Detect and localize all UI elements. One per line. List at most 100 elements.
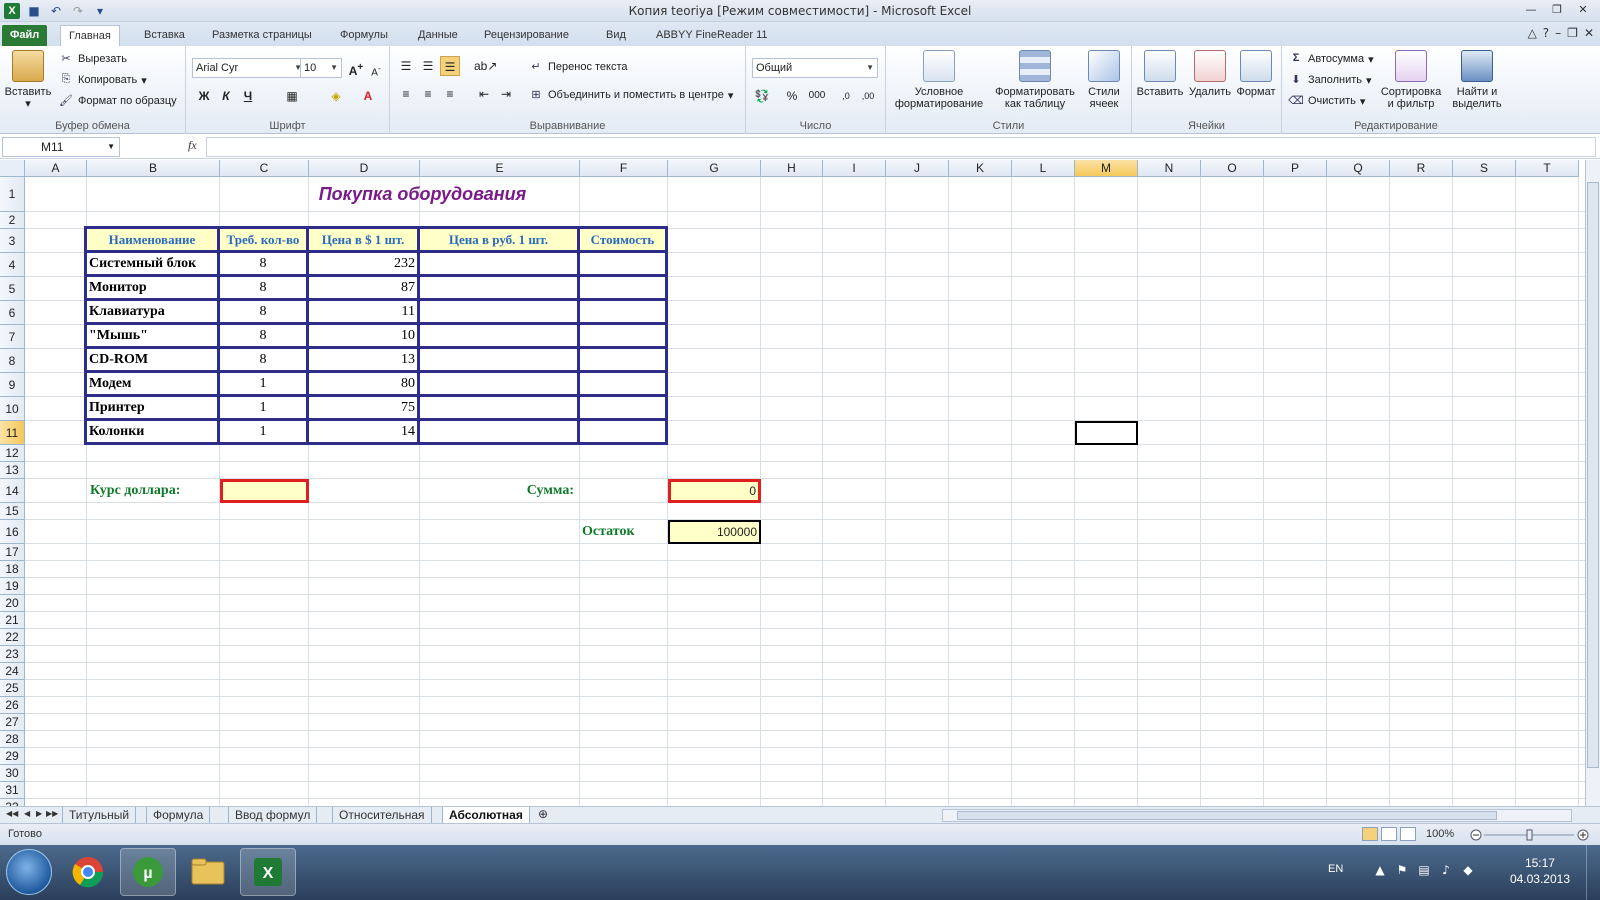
row-header-9[interactable]: 9: [0, 373, 25, 397]
tray-arrow-icon[interactable]: ▲: [1372, 863, 1388, 879]
merge-center-button[interactable]: ⊞ Объединить и поместить в центре ▾: [528, 88, 733, 102]
select-all-corner[interactable]: [0, 160, 25, 177]
align-center-icon[interactable]: ≡: [418, 84, 438, 104]
table-cell-price[interactable]: 11: [309, 301, 420, 325]
row-header-22[interactable]: 22: [0, 629, 25, 646]
format-as-table-button[interactable]: Форматировать как таблицу: [992, 50, 1078, 110]
zoom-slider[interactable]: [1470, 829, 1590, 841]
align-right-icon[interactable]: ≡: [440, 84, 460, 104]
font-name-combo[interactable]: Arial Cyr ▼: [192, 58, 306, 78]
borders-icon[interactable]: ▦: [282, 86, 302, 106]
name-box[interactable]: M11 ▼: [2, 137, 120, 157]
underline-button[interactable]: Ч: [238, 86, 258, 106]
font-color-icon[interactable]: A: [358, 86, 378, 106]
row-header-19[interactable]: 19: [0, 578, 25, 595]
collapse-ribbon-icon[interactable]: △: [1528, 26, 1537, 40]
tab-data[interactable]: Данные: [410, 25, 466, 46]
table-cell-price[interactable]: 75: [309, 397, 420, 421]
italic-button[interactable]: К: [216, 86, 236, 106]
currency-icon[interactable]: 💱: [752, 86, 772, 106]
start-button-icon[interactable]: [6, 849, 52, 895]
decrease-indent-icon[interactable]: ⇤: [474, 84, 494, 104]
sort-filter-button[interactable]: Сортировка и фильтр: [1378, 50, 1444, 110]
normal-view-icon[interactable]: [1362, 827, 1378, 841]
row-header-26[interactable]: 26: [0, 697, 25, 714]
table-cell-qty[interactable]: 8: [220, 253, 309, 277]
row-header-32[interactable]: 32: [0, 799, 25, 806]
wrap-text-button[interactable]: ↵ Перенос текста: [528, 60, 627, 74]
format-cells-button[interactable]: Формат: [1232, 50, 1280, 98]
table-cell-empty[interactable]: [580, 373, 668, 397]
chrome-app[interactable]: [60, 848, 116, 896]
minimize-icon[interactable]: —: [1518, 0, 1544, 18]
table-cell-empty[interactable]: [420, 277, 580, 301]
table-cell-empty[interactable]: [420, 253, 580, 277]
row-header-3[interactable]: 3: [0, 229, 25, 253]
table-cell-name[interactable]: Системный блок: [87, 253, 220, 277]
align-left-icon[interactable]: ≡: [396, 84, 416, 104]
row-header-31[interactable]: 31: [0, 782, 25, 799]
row-header-5[interactable]: 5: [0, 277, 25, 301]
insert-function-icon[interactable]: fx: [188, 138, 197, 153]
format-painter-button[interactable]: 🖌 Формат по образцу: [58, 94, 177, 108]
tab-page-layout[interactable]: Разметка страницы: [204, 25, 320, 46]
table-cell-price[interactable]: 87: [309, 277, 420, 301]
table-cell-qty[interactable]: 1: [220, 397, 309, 421]
sum-value-cell[interactable]: 0: [668, 479, 761, 503]
table-header-cell[interactable]: Цена в руб. 1 шт.: [420, 229, 580, 253]
column-header-h[interactable]: H: [761, 160, 823, 177]
zoom-level[interactable]: 100%: [1426, 828, 1454, 840]
row-header-29[interactable]: 29: [0, 748, 25, 765]
bold-button[interactable]: Ж: [194, 86, 214, 106]
increase-indent-icon[interactable]: ⇥: [496, 84, 516, 104]
align-bottom-icon[interactable]: ☰: [440, 56, 460, 76]
grow-font-icon[interactable]: A+: [346, 58, 366, 78]
sheet-tab[interactable]: Абсолютная: [442, 807, 530, 824]
align-top-icon[interactable]: ☰: [396, 56, 416, 76]
orientation-icon[interactable]: ab↗: [474, 56, 497, 76]
row-header-13[interactable]: 13: [0, 462, 25, 479]
row-header-21[interactable]: 21: [0, 612, 25, 629]
column-header-p[interactable]: P: [1264, 160, 1327, 177]
close-icon[interactable]: ✕: [1570, 0, 1596, 18]
table-cell-name[interactable]: Клавиатура: [87, 301, 220, 325]
table-cell-empty[interactable]: [580, 421, 668, 445]
row-header-18[interactable]: 18: [0, 561, 25, 578]
delete-cells-button[interactable]: Удалить: [1186, 50, 1234, 98]
sheet-tab[interactable]: Титульный: [62, 807, 137, 824]
row-header-16[interactable]: 16: [0, 520, 25, 544]
excel-app[interactable]: X: [240, 848, 296, 896]
table-cell-empty[interactable]: [420, 349, 580, 373]
align-middle-icon[interactable]: ☰: [418, 56, 438, 76]
sheet-tab[interactable]: Относительная: [332, 807, 432, 824]
language-indicator[interactable]: EN: [1328, 863, 1343, 875]
row-header-14[interactable]: 14: [0, 479, 25, 503]
table-header-cell[interactable]: Стоимость: [580, 229, 668, 253]
horizontal-scroll-thumb[interactable]: [957, 811, 1497, 820]
column-header-l[interactable]: L: [1012, 160, 1075, 177]
column-header-g[interactable]: G: [668, 160, 761, 177]
row-header-27[interactable]: 27: [0, 714, 25, 731]
doc-minimize-icon[interactable]: –: [1555, 26, 1561, 40]
table-cell-qty[interactable]: 1: [220, 373, 309, 397]
cut-button[interactable]: ✂ Вырезать: [58, 52, 127, 66]
table-cell-price[interactable]: 80: [309, 373, 420, 397]
table-cell-qty[interactable]: 1: [220, 421, 309, 445]
worksheet-grid[interactable]: ABCDEFGHIJKLMNOPQRST 1 2 3 4 5 6 7 8 9 10 11 12 13 14…: [0, 160, 1585, 806]
show-desktop-button[interactable]: [1586, 845, 1600, 900]
column-header-k[interactable]: K: [949, 160, 1012, 177]
table-cell-name[interactable]: Колонки: [87, 421, 220, 445]
tab-file[interactable]: Файл: [2, 25, 48, 46]
column-header-a[interactable]: A: [25, 160, 87, 177]
row-header-11[interactable]: 11: [0, 421, 25, 445]
network-icon[interactable]: ▤: [1416, 863, 1432, 879]
page-layout-view-icon[interactable]: [1381, 827, 1397, 841]
table-cell-empty[interactable]: [420, 421, 580, 445]
decrease-decimal-icon[interactable]: ,00: [858, 86, 878, 106]
shrink-font-icon[interactable]: A-: [366, 58, 386, 78]
table-cell-empty[interactable]: [420, 397, 580, 421]
row-header-8[interactable]: 8: [0, 349, 25, 373]
tab-view[interactable]: Вид: [598, 25, 634, 46]
row-header-24[interactable]: 24: [0, 663, 25, 680]
vertical-scrollbar[interactable]: [1585, 160, 1600, 806]
